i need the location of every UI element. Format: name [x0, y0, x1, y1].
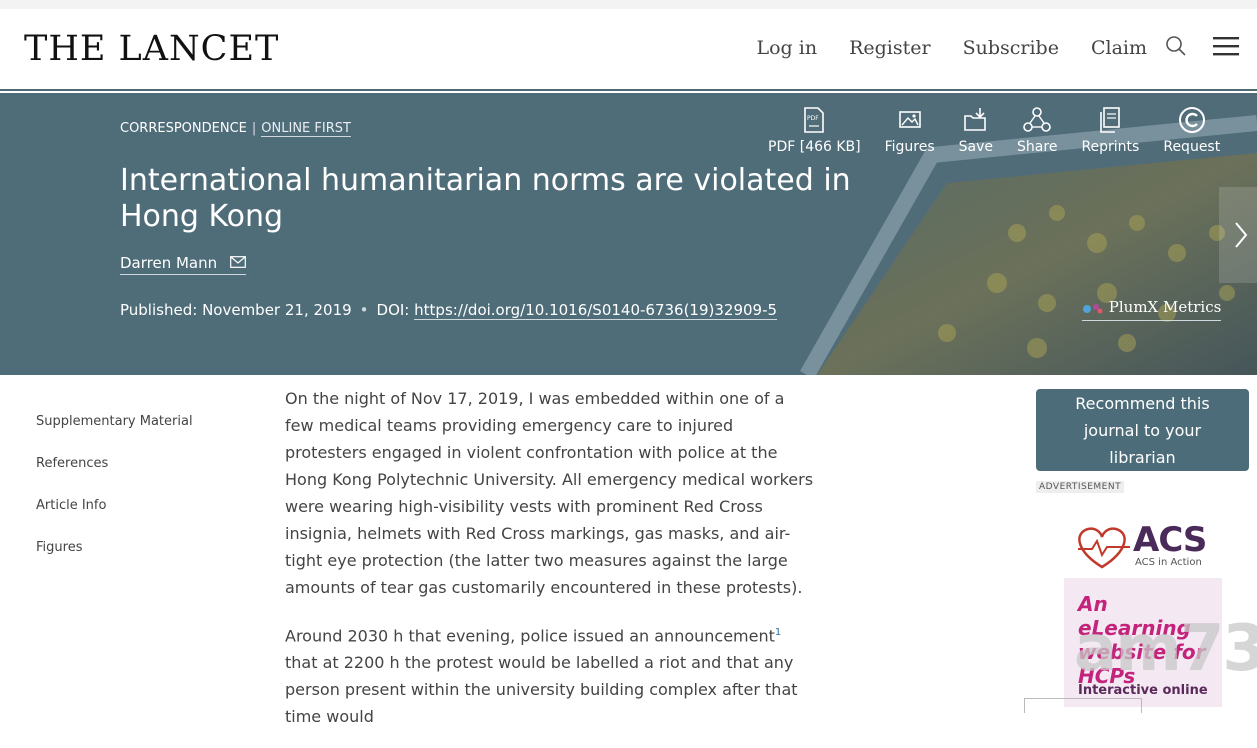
breadcrumb: CORRESPONDENCE | ONLINE FIRST — [120, 121, 351, 137]
author-link[interactable]: Darren Mann — [120, 254, 246, 275]
article-body: On the night of Nov 17, 2019, I was embe… — [285, 385, 815, 748]
acs-subtitle: ACS in Action — [1135, 557, 1202, 568]
lancet-logo[interactable]: THE LANCET — [24, 29, 279, 69]
header-icons — [1165, 35, 1239, 61]
plumx-metrics-link[interactable]: PlumX Metrics — [1082, 298, 1222, 321]
figures-label: Figures — [884, 139, 935, 155]
info-dot: • — [359, 301, 369, 319]
reference-link[interactable]: 1 — [775, 627, 781, 638]
figures-button[interactable]: Figures — [873, 107, 947, 155]
plumx-label: PlumX Metrics — [1108, 298, 1222, 316]
paragraph-2: Around 2030 h that evening, police issue… — [285, 619, 815, 730]
acs-logo-text[interactable]: ACS — [1133, 520, 1207, 560]
pdf-button[interactable]: PDF PDF [466 KB] — [768, 107, 873, 155]
paragraph-2-text-a: Around 2030 h that evening, police issue… — [285, 626, 775, 646]
article-tools: PDF PDF [466 KB] Figures Save Share Repr… — [768, 107, 1232, 155]
published-label: Published: — [120, 301, 198, 319]
article-hero: CORRESPONDENCE | ONLINE FIRST Internationa… — [0, 93, 1257, 375]
save-label: Save — [958, 139, 994, 155]
request-label: Request — [1163, 139, 1221, 155]
pdf-icon: PDF — [804, 107, 825, 133]
request-button[interactable]: Request — [1151, 107, 1232, 155]
copyright-icon — [1178, 107, 1205, 133]
paragraph-1: On the night of Nov 17, 2019, I was embe… — [285, 389, 814, 597]
crumb-separator: | — [251, 121, 257, 136]
site-header: THE LANCET Log in Register Subscribe Cla… — [0, 9, 1257, 91]
claim-link[interactable]: Claim — [1091, 37, 1147, 59]
search-icon[interactable] — [1165, 35, 1187, 61]
share-label: Share — [1017, 139, 1058, 155]
reprints-label: Reprints — [1081, 139, 1140, 155]
paragraph-2-text-b: that at 2200 h the protest would be labe… — [285, 653, 798, 727]
chevron-right-icon — [1235, 222, 1248, 248]
email-icon[interactable] — [230, 254, 246, 272]
advertisement-label: ADVERTISEMENT — [1036, 481, 1125, 493]
reprints-icon — [1100, 107, 1121, 133]
save-button[interactable]: Save — [947, 107, 1005, 155]
subscribe-link[interactable]: Subscribe — [963, 37, 1059, 59]
article-sidebar: Supplementary Material References Articl… — [36, 414, 193, 582]
top-strip — [0, 0, 1257, 9]
share-icon — [1023, 107, 1052, 132]
article-type: CORRESPONDENCE — [120, 121, 247, 136]
watermark: am730 — [1074, 612, 1257, 686]
svg-text:PDF: PDF — [807, 115, 819, 122]
top-nav: Log in Register Subscribe Claim — [756, 37, 1147, 59]
ad-frame — [1024, 698, 1142, 713]
sidebar-item-supplementary[interactable]: Supplementary Material — [36, 414, 193, 429]
pdf-label: PDF [466 KB] — [768, 139, 861, 155]
register-link[interactable]: Register — [849, 37, 931, 59]
doi-link[interactable]: https://doi.org/10.1016/S0140-6736(19)32… — [414, 301, 778, 320]
plumx-icon — [1083, 304, 1103, 314]
save-icon — [964, 108, 986, 131]
doi-label: DOI: — [376, 301, 410, 319]
recommend-label: Recommend this journal to your librarian — [1075, 393, 1210, 467]
sidebar-item-article-info[interactable]: Article Info — [36, 498, 193, 513]
next-article-arrow[interactable] — [1219, 187, 1257, 283]
share-button[interactable]: Share — [1005, 107, 1069, 155]
hamburger-menu-icon[interactable] — [1213, 36, 1239, 60]
login-link[interactable]: Log in — [756, 37, 817, 59]
author-name: Darren Mann — [120, 254, 218, 272]
online-first-link[interactable]: ONLINE FIRST — [261, 121, 351, 137]
image-icon — [898, 111, 921, 128]
published-date: November 21, 2019 — [202, 301, 352, 319]
recommend-journal-button[interactable]: Recommend this journal to your librarian — [1036, 389, 1249, 471]
sidebar-item-references[interactable]: References — [36, 456, 193, 471]
publication-info: Published: November 21, 2019 • DOI: https:… — [120, 301, 778, 320]
article-title: International humanitarian norms are vio… — [120, 163, 851, 234]
reprints-button[interactable]: Reprints — [1069, 107, 1151, 155]
sidebar-item-figures[interactable]: Figures — [36, 540, 193, 555]
